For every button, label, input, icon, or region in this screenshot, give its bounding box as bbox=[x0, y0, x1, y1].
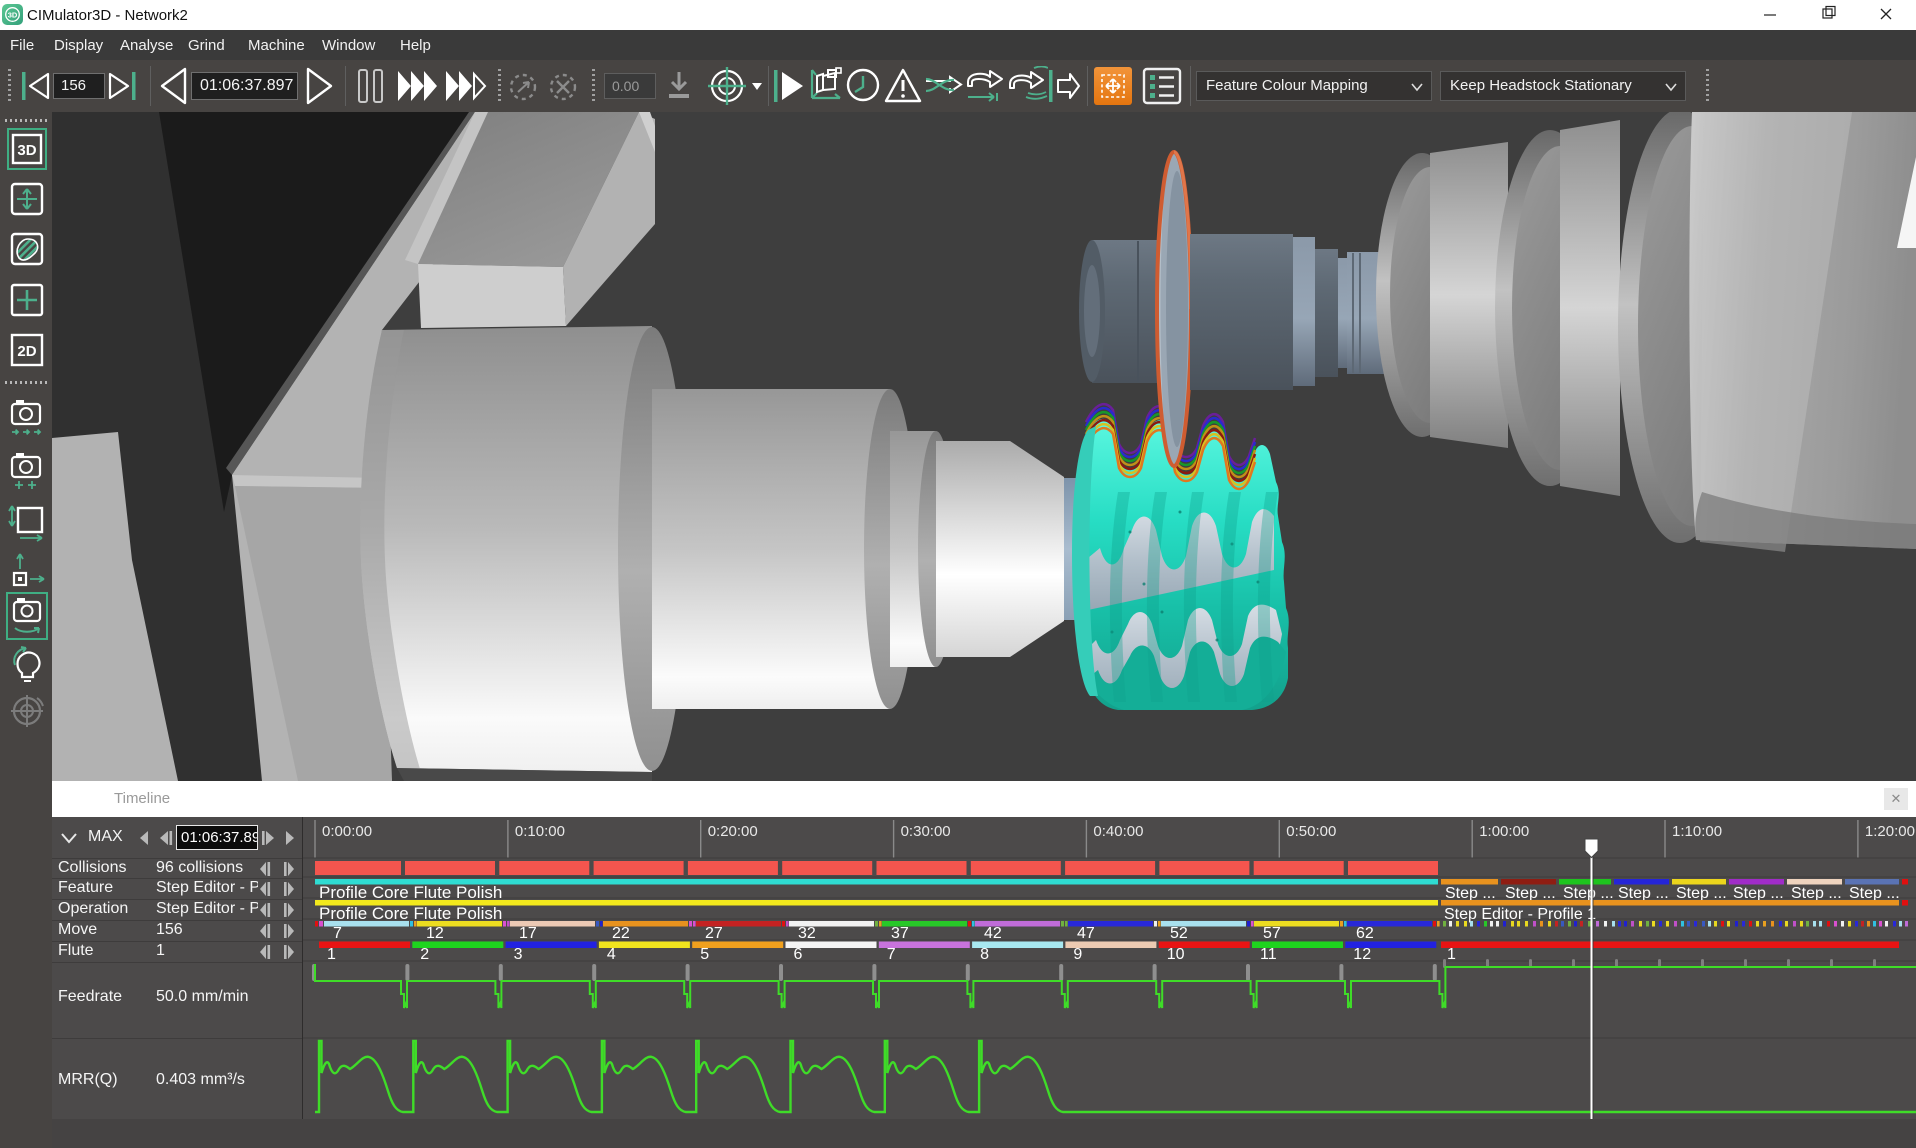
svg-text:57: 57 bbox=[1263, 925, 1281, 942]
svg-text:22: 22 bbox=[612, 925, 630, 942]
svg-text:Step ...: Step ... bbox=[1849, 885, 1900, 902]
svg-text:6: 6 bbox=[794, 946, 803, 963]
svg-text:3: 3 bbox=[514, 946, 523, 963]
svg-text:1: 1 bbox=[1447, 946, 1456, 963]
svg-text:10: 10 bbox=[1167, 946, 1185, 963]
svg-text:17: 17 bbox=[519, 925, 537, 942]
svg-text:Step Editor - Profile 1: Step Editor - Profile 1 bbox=[1444, 906, 1596, 923]
svg-text:1:20:00: 1:20:00 bbox=[1865, 823, 1915, 840]
svg-text:Step ...: Step ... bbox=[1733, 885, 1784, 902]
svg-text:Profile Core Flute Polish: Profile Core Flute Polish bbox=[319, 883, 502, 902]
svg-text:2: 2 bbox=[420, 946, 429, 963]
svg-text:12: 12 bbox=[1353, 946, 1371, 963]
svg-text:Step ...: Step ... bbox=[1676, 885, 1727, 902]
svg-text:0:30:00: 0:30:00 bbox=[901, 823, 951, 840]
svg-text:12: 12 bbox=[426, 925, 444, 942]
svg-text:1:00:00: 1:00:00 bbox=[1479, 823, 1529, 840]
svg-text:0:00:00: 0:00:00 bbox=[322, 823, 372, 840]
svg-text:9: 9 bbox=[1073, 946, 1082, 963]
svg-text:52: 52 bbox=[1170, 925, 1188, 942]
svg-text:4: 4 bbox=[607, 946, 616, 963]
svg-text:0:40:00: 0:40:00 bbox=[1093, 823, 1143, 840]
svg-text:0:10:00: 0:10:00 bbox=[515, 823, 565, 840]
svg-text:32: 32 bbox=[798, 925, 816, 942]
svg-text:3D: 3D bbox=[17, 142, 36, 159]
svg-text:8: 8 bbox=[980, 946, 989, 963]
svg-text:1:10:00: 1:10:00 bbox=[1672, 823, 1722, 840]
svg-text:47: 47 bbox=[1077, 925, 1095, 942]
svg-text:37: 37 bbox=[891, 925, 909, 942]
svg-text:Step ...: Step ... bbox=[1563, 885, 1614, 902]
svg-text:2D: 2D bbox=[17, 343, 36, 360]
svg-text:42: 42 bbox=[984, 925, 1002, 942]
svg-text:0:50:00: 0:50:00 bbox=[1286, 823, 1336, 840]
svg-text:11: 11 bbox=[1260, 946, 1277, 963]
svg-text:27: 27 bbox=[705, 925, 723, 942]
svg-text:7: 7 bbox=[333, 925, 342, 942]
svg-text:3D: 3D bbox=[8, 11, 18, 20]
svg-text:Step ...: Step ... bbox=[1445, 885, 1496, 902]
svg-text:Step ...: Step ... bbox=[1618, 885, 1669, 902]
svg-text:Step ...: Step ... bbox=[1791, 885, 1842, 902]
svg-text:7: 7 bbox=[887, 946, 896, 963]
svg-text:Step ...: Step ... bbox=[1505, 885, 1556, 902]
svg-text:5: 5 bbox=[700, 946, 709, 963]
svg-text:1: 1 bbox=[327, 946, 336, 963]
svg-text:62: 62 bbox=[1356, 925, 1374, 942]
svg-text:0:20:00: 0:20:00 bbox=[708, 823, 758, 840]
svg-text:Profile Core Flute Polish: Profile Core Flute Polish bbox=[319, 904, 502, 923]
